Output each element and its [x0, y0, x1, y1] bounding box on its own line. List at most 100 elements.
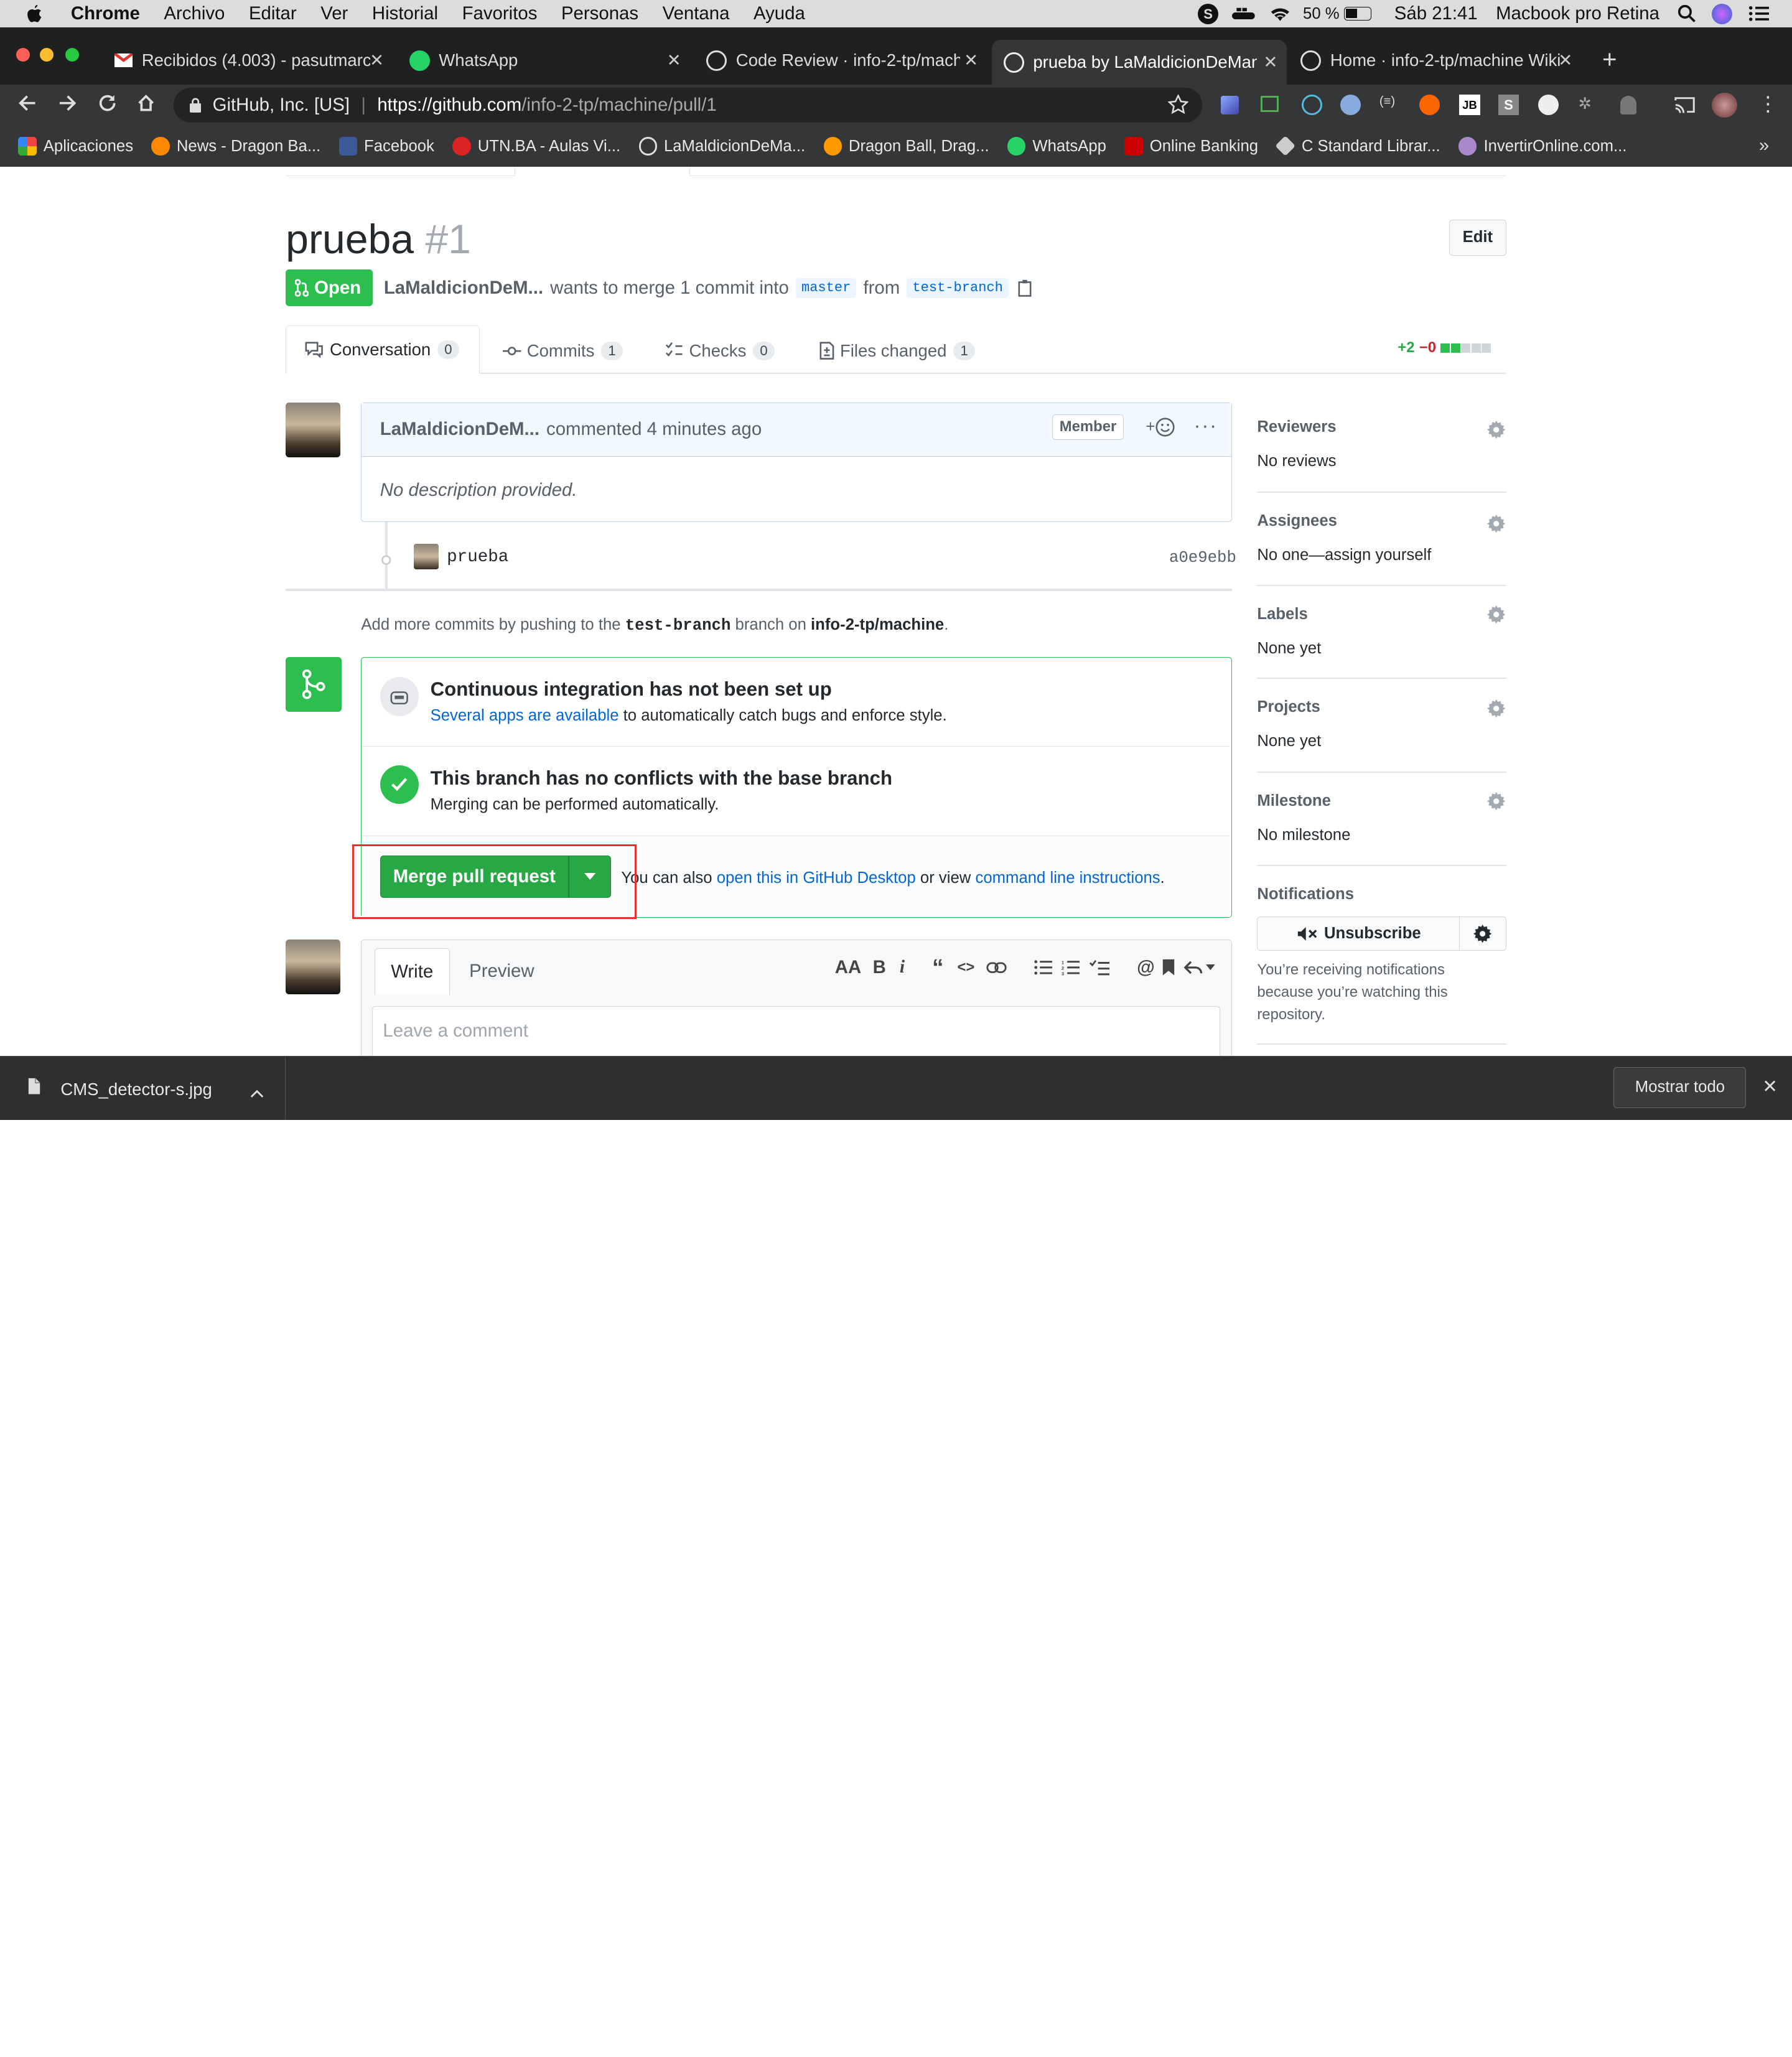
bookmark-lamaldicion[interactable]: LaMaldicionDeMa...	[638, 137, 805, 156]
bookmark-dragon-ball[interactable]: Dragon Ball, Drag...	[823, 137, 989, 156]
menu-favoritos[interactable]: Favoritos	[462, 3, 538, 24]
unordered-list-icon[interactable]	[1034, 959, 1053, 976]
comment-textarea[interactable]: Leave a comment	[371, 1006, 1220, 1056]
tab-checks[interactable]: Checks 0	[665, 338, 775, 363]
url-path[interactable]: /info-2-tp/machine/pull/1	[521, 95, 717, 116]
close-download-bar-icon[interactable]: ✕	[1762, 1076, 1778, 1098]
close-tab-icon[interactable]: ✕	[667, 50, 681, 70]
maximize-window-button[interactable]	[65, 48, 79, 62]
menu-ver[interactable]: Ver	[320, 3, 348, 24]
copy-branch-icon[interactable]	[1018, 279, 1034, 297]
editor-tab-preview[interactable]: Preview	[459, 948, 545, 995]
assignees-gear-icon[interactable]	[1486, 514, 1505, 538]
menu-ventana[interactable]: Ventana	[663, 3, 730, 24]
comment-author[interactable]: LaMaldicionDeM...	[380, 419, 539, 440]
bold-icon[interactable]: B	[873, 957, 886, 978]
reviewers-gear-icon[interactable]	[1486, 420, 1505, 444]
clock[interactable]: Sáb 21:41	[1394, 3, 1478, 24]
close-tab-icon[interactable]: ✕	[370, 50, 384, 70]
close-tab-icon[interactable]: ✕	[964, 50, 978, 70]
siri-icon[interactable]	[1712, 3, 1733, 24]
edit-title-button[interactable]: Edit	[1449, 219, 1506, 256]
tab-commits[interactable]: Commits 1	[503, 338, 623, 363]
mention-icon[interactable]: @	[1137, 957, 1155, 978]
extension-ghost-icon[interactable]	[1620, 96, 1637, 114]
menu-historial[interactable]: Historial	[372, 3, 438, 24]
bookmark-c-standard-library[interactable]: C Standard Librar...	[1275, 136, 1440, 157]
sidebar-milestone[interactable]: Milestone No milestone	[1257, 792, 1506, 844]
ci-apps-link[interactable]: Several apps are available	[431, 707, 619, 724]
extension-s-icon[interactable]: S	[1498, 95, 1519, 116]
projects-gear-icon[interactable]	[1486, 699, 1505, 722]
push-hint-repo[interactable]: info-2-tp/machine	[811, 616, 944, 633]
browser-tab-code-review[interactable]: Code Review · info-2-tp/machi ✕	[697, 44, 987, 78]
menu-archivo[interactable]: Archivo	[164, 3, 225, 24]
link-icon[interactable]	[986, 962, 1007, 973]
reply-icon[interactable]	[1184, 961, 1216, 974]
bookmark-dragon-ball-news[interactable]: News - Dragon Ba...	[151, 137, 320, 156]
menu-app-chrome[interactable]: Chrome	[71, 3, 140, 24]
bookmark-whatsapp[interactable]: WhatsApp	[1007, 137, 1106, 156]
base-branch[interactable]: master	[795, 278, 857, 298]
extension-circle-icon[interactable]	[1340, 95, 1361, 116]
menu-personas[interactable]: Personas	[561, 3, 638, 24]
address-bar[interactable]: GitHub, Inc. [US] | https://github.com/i…	[174, 88, 1203, 123]
heading-icon[interactable]: AA	[835, 957, 861, 978]
browser-tab-wiki[interactable]: Home · info-2-tp/machine Wiki ✕	[1291, 44, 1582, 78]
chevron-up-icon[interactable]	[250, 1082, 264, 1103]
commit-avatar[interactable]	[413, 544, 439, 569]
command-line-instructions-link[interactable]: command line instructions	[976, 869, 1160, 887]
code-icon[interactable]: <>	[957, 959, 974, 976]
forward-arrow-icon[interactable]	[58, 94, 77, 117]
bookmark-invertir-online[interactable]: InvertirOnline.com...	[1458, 137, 1626, 156]
show-all-button[interactable]: Mostrar todo	[1613, 1066, 1747, 1108]
sidebar-labels[interactable]: Labels None yet	[1257, 605, 1506, 658]
extension-orange-icon[interactable]	[1419, 95, 1440, 116]
commit-message[interactable]: prueba	[447, 548, 508, 567]
open-github-desktop-link[interactable]: open this in GitHub Desktop	[717, 869, 916, 887]
tab-files-changed[interactable]: Files changed 1	[819, 338, 975, 363]
lock-icon[interactable]	[189, 98, 202, 113]
browser-tab-whatsapp[interactable]: WhatsApp ✕	[400, 44, 691, 78]
bookmark-utn[interactable]: UTN.BA - Aulas Vi...	[452, 137, 620, 156]
bookmark-aplicaciones[interactable]: Aplicaciones	[18, 137, 133, 156]
url-host[interactable]: https://github.com	[377, 95, 521, 116]
current-user-avatar[interactable]	[286, 939, 341, 994]
new-tab-button[interactable]: +	[1602, 45, 1617, 73]
diffstat[interactable]: +2 −0	[1398, 339, 1491, 357]
extension-c-icon[interactable]	[1538, 95, 1559, 116]
apple-icon[interactable]	[25, 4, 43, 24]
extension-code-icon[interactable]: (≡)	[1379, 95, 1395, 109]
task-list-icon[interactable]	[1089, 959, 1109, 976]
battery-icon[interactable]	[1343, 7, 1372, 21]
bookmark-facebook[interactable]: Facebook	[338, 137, 434, 156]
sidebar-reviewers[interactable]: Reviewers No reviews	[1257, 418, 1506, 470]
browser-menu-icon[interactable]: ⋮	[1758, 94, 1778, 114]
close-tab-icon[interactable]: ✕	[1263, 52, 1277, 72]
profile-avatar[interactable]	[1712, 92, 1737, 118]
menu-ayuda[interactable]: Ayuda	[754, 3, 805, 24]
extension-react-icon[interactable]	[1302, 95, 1323, 116]
extension-screen-icon[interactable]	[1260, 96, 1279, 112]
docker-icon[interactable]	[1232, 6, 1255, 22]
sidebar-assignees[interactable]: Assignees No one—assign yourself	[1257, 512, 1506, 564]
notification-center-icon[interactable]	[1748, 6, 1770, 22]
menu-editar[interactable]: Editar	[249, 3, 297, 24]
extension-pen-icon[interactable]	[1220, 96, 1239, 114]
head-branch[interactable]: test-branch	[907, 278, 1009, 298]
skype-icon[interactable]: S	[1198, 3, 1219, 24]
bookmark-online-banking[interactable]: Online Banking	[1124, 137, 1258, 156]
spotlight-search-icon[interactable]	[1678, 4, 1696, 23]
browser-tab-gmail[interactable]: Recibidos (4.003) - pasutmarc ✕	[103, 44, 393, 78]
quote-icon[interactable]: “	[932, 954, 943, 981]
download-item[interactable]: CMS_detector-s.jpg	[0, 1056, 286, 1120]
author-avatar[interactable]	[286, 402, 341, 457]
home-icon[interactable]	[137, 94, 155, 117]
italic-icon[interactable]: i	[900, 957, 905, 977]
unsubscribe-button[interactable]: Unsubscribe	[1257, 917, 1461, 951]
add-reaction-icon[interactable]: +	[1146, 417, 1175, 437]
user-name[interactable]: Macbook pro Retina	[1496, 3, 1659, 24]
close-window-button[interactable]	[16, 48, 30, 62]
milestone-gear-icon[interactable]	[1486, 791, 1505, 815]
back-arrow-icon[interactable]	[18, 94, 36, 117]
